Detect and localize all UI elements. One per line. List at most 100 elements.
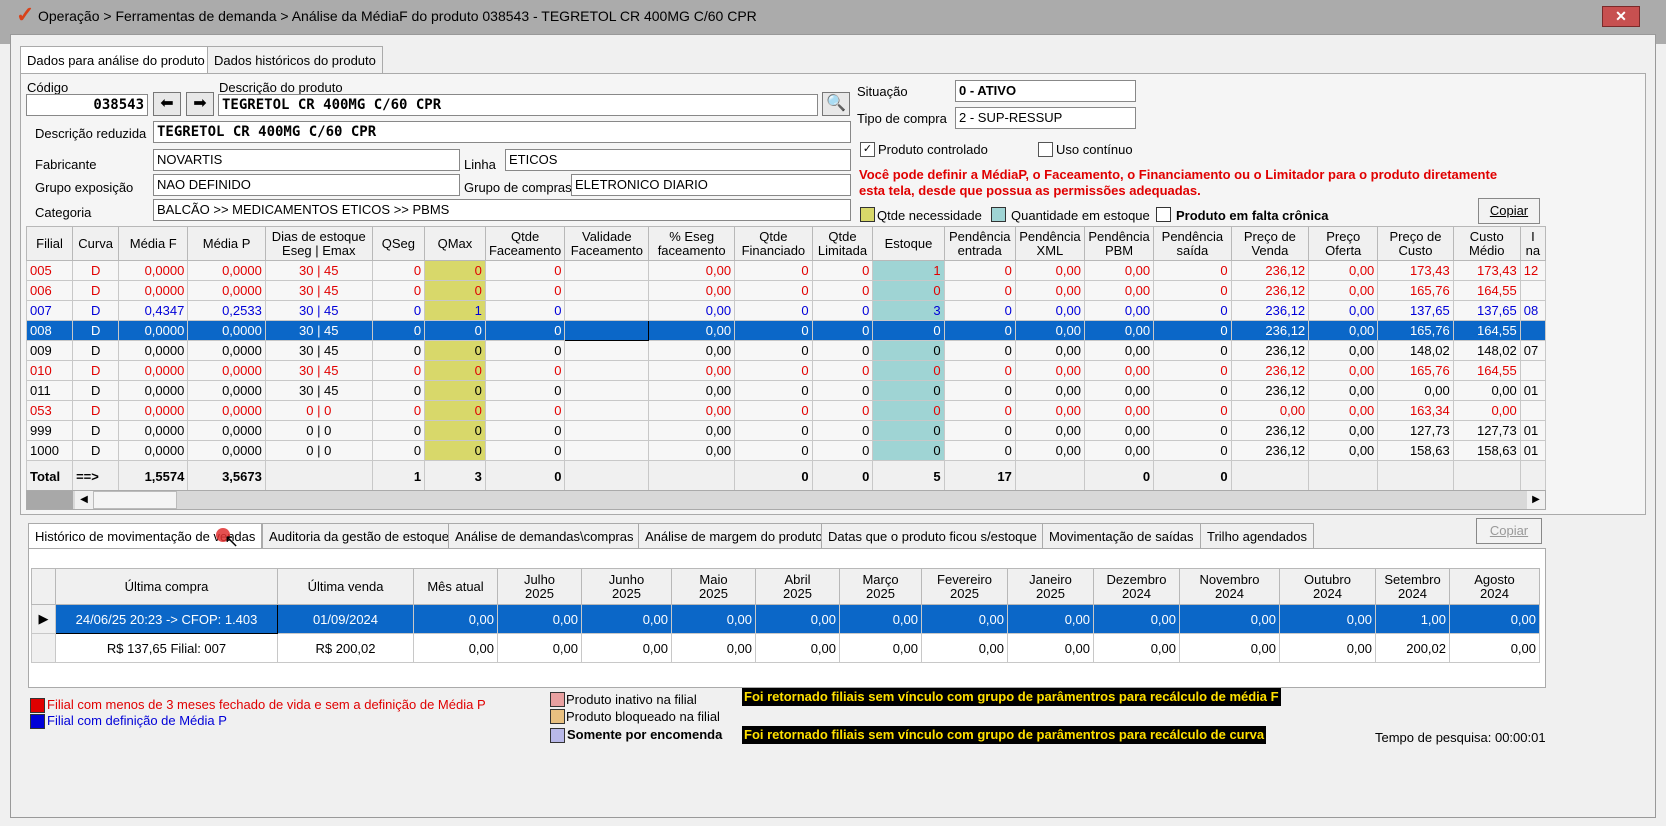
grid-cell[interactable]: 0,00	[1377, 380, 1454, 401]
history-cell[interactable]: 0,00	[1449, 604, 1540, 634]
grid-cell[interactable]: 0,0000	[118, 380, 189, 401]
grid-col-header[interactable]: Curva	[72, 226, 120, 261]
situacao-field[interactable]: 0 - ATIVO	[955, 80, 1136, 102]
history-cell[interactable]: 0,00	[1179, 633, 1280, 663]
descricao-field[interactable]: TEGRETOL CR 400MG C/60 CPR	[218, 94, 818, 116]
grid-cell[interactable]: 010	[26, 360, 74, 381]
history-col-header[interactable]: Setembro 2024	[1375, 568, 1450, 605]
grid-cell[interactable]: 0,0000	[187, 400, 266, 421]
grid-cell[interactable]: D	[72, 380, 120, 401]
grid-cell[interactable]: 0,0000	[187, 260, 266, 281]
grid-cell[interactable]: 0,00	[1014, 420, 1085, 441]
history-cell[interactable]: 0,00	[1007, 633, 1094, 663]
grid-cell[interactable]: 0,00	[648, 380, 736, 401]
history-cell[interactable]: 0,00	[413, 604, 498, 634]
grid-cell[interactable]: D	[72, 320, 120, 341]
history-cell[interactable]: 0,00	[413, 633, 498, 663]
grid-cell[interactable]: 0	[1153, 360, 1232, 381]
grid-cell[interactable]: 0,00	[1308, 360, 1379, 381]
history-col-header[interactable]: Dezembro 2024	[1093, 568, 1180, 605]
grid-col-header[interactable]: QSeg	[371, 226, 426, 261]
tab-auditoria-estoque[interactable]: Auditoria da gestão de estoque	[262, 523, 456, 548]
grupo-exp-field[interactable]: NAO DEFINIDO	[153, 174, 460, 196]
grid-cell[interactable]: 0,00	[1083, 400, 1155, 421]
grid-cell[interactable]: D	[72, 440, 120, 461]
grid-cell[interactable]: 0	[811, 300, 874, 321]
grid-cell[interactable]: 0	[424, 420, 486, 441]
grid-cell[interactable]: 01	[1519, 380, 1546, 401]
grid-cell[interactable]: 0	[424, 260, 486, 281]
grid-col-header[interactable]: Validade Faceamento	[564, 226, 650, 261]
history-cell[interactable]: 200,02	[1375, 633, 1450, 663]
grid-cell[interactable]: 30 | 45	[264, 260, 373, 281]
grid-cell[interactable]: 0,0000	[118, 280, 189, 301]
grid-cell[interactable]	[1519, 360, 1546, 381]
grid-cell[interactable]: 0	[811, 320, 874, 341]
grid-cell[interactable]: 0	[371, 400, 426, 421]
grid-cell[interactable]: 127,73	[1377, 420, 1454, 441]
grid-cell[interactable]: 164,55	[1452, 280, 1521, 301]
grid-cell[interactable]: 0	[811, 280, 874, 301]
grid-cell[interactable]: 236,12	[1230, 380, 1310, 401]
grid-col-header[interactable]: Pendência PBM	[1083, 226, 1155, 261]
grid-cell[interactable]: 0	[424, 280, 486, 301]
history-cell[interactable]: 0,00	[1179, 604, 1280, 634]
desc-reduzida-field[interactable]: TEGRETOL CR 400MG C/60 CPR	[153, 121, 851, 143]
grid-cell[interactable]: 0	[811, 360, 874, 381]
grid-cell[interactable]: 999	[26, 420, 74, 441]
grid-cell[interactable]: 0	[734, 340, 813, 361]
tab-trilho-agendados[interactable]: Trilho agendados	[1200, 523, 1314, 548]
history-cell[interactable]: 0,00	[671, 633, 756, 663]
copiar-bottom-button[interactable]: Copiar	[1476, 518, 1542, 544]
grid-cell[interactable]: 137,65	[1377, 300, 1454, 321]
grid-row[interactable]: 1000 D 0,0000 0,0000 0 | 0 0 0 0 0,00 0 0 0 0 0,00 0,0…	[26, 440, 1546, 461]
history-cell[interactable]: 0,00	[839, 604, 922, 634]
grid-cell[interactable]	[564, 440, 650, 461]
history-cell[interactable]: 0,00	[1279, 633, 1376, 663]
grid-col-header[interactable]: Preço Oferta	[1308, 226, 1379, 261]
grid-cell[interactable]: 0	[872, 280, 945, 301]
grid-cell[interactable]: D	[72, 340, 120, 361]
grid-cell[interactable]: 0	[943, 400, 1016, 421]
next-product-button[interactable]: ➡	[186, 92, 214, 116]
grid-cell[interactable]	[564, 280, 650, 301]
grid-cell[interactable]: 0	[734, 320, 813, 341]
grid-cell[interactable]: 0,00	[1014, 380, 1085, 401]
grid-cell[interactable]: 0,0000	[118, 320, 189, 341]
grid-cell[interactable]: 0,00	[648, 260, 736, 281]
grid-cell[interactable]: 0	[424, 340, 486, 361]
grid-cell[interactable]: 0	[371, 380, 426, 401]
grid-cell[interactable]: D	[72, 360, 120, 381]
grid-cell[interactable]: 0	[1153, 400, 1232, 421]
grid-cell[interactable]: 0,0000	[187, 280, 266, 301]
grid-cell[interactable]: 0,00	[1083, 360, 1155, 381]
grid-cell[interactable]: D	[72, 280, 120, 301]
grid-cell[interactable]: 0,00	[1083, 440, 1155, 461]
grid-cell[interactable]: 158,63	[1452, 440, 1521, 461]
grid-row[interactable]: 011 D 0,0000 0,0000 30 | 45 0 0 0 0,00 0 0 0 0 0,00 0,…	[26, 380, 1546, 401]
grid-cell[interactable]: 0	[484, 420, 566, 441]
grid-cell[interactable]: 0,0000	[187, 320, 266, 341]
grid-row[interactable]: 005 D 0,0000 0,0000 30 | 45 0 0 0 0,00 0 0 1 0 0,00 0,…	[26, 260, 1546, 281]
grid-cell[interactable]: 0	[734, 300, 813, 321]
tipo-compra-field[interactable]: 2 - SUP-RESSUP	[955, 107, 1136, 129]
grid-cell[interactable]: 0,00	[1308, 280, 1379, 301]
grid-cell[interactable]: 0,00	[648, 320, 736, 341]
scroll-thumb[interactable]	[93, 491, 177, 509]
grid-cell[interactable]: 0,00	[1014, 300, 1085, 321]
history-col-header[interactable]: Maio 2025	[671, 568, 756, 605]
grid-cell[interactable]: 053	[26, 400, 74, 421]
history-col-header[interactable]: Julho 2025	[497, 568, 582, 605]
grid-cell[interactable]	[564, 420, 650, 441]
grid-cell[interactable]: 0,00	[1014, 440, 1085, 461]
history-cell[interactable]: 0,00	[755, 633, 840, 663]
tab-movimentacao-saidas[interactable]: Movimentação de saídas	[1042, 523, 1201, 548]
grid-col-header[interactable]: Preço de Venda	[1230, 226, 1310, 261]
grid-cell[interactable]: 0,00	[648, 300, 736, 321]
grid-cell[interactable]: 148,02	[1452, 340, 1521, 361]
produto-controlado-checkbox[interactable]: ✓	[860, 142, 875, 157]
grid-cell[interactable]: 0,00	[1014, 280, 1085, 301]
grid-cell[interactable]: 148,02	[1377, 340, 1454, 361]
grid-col-header[interactable]: Preço de Custo	[1377, 226, 1454, 261]
grid-cell[interactable]	[1519, 400, 1546, 421]
